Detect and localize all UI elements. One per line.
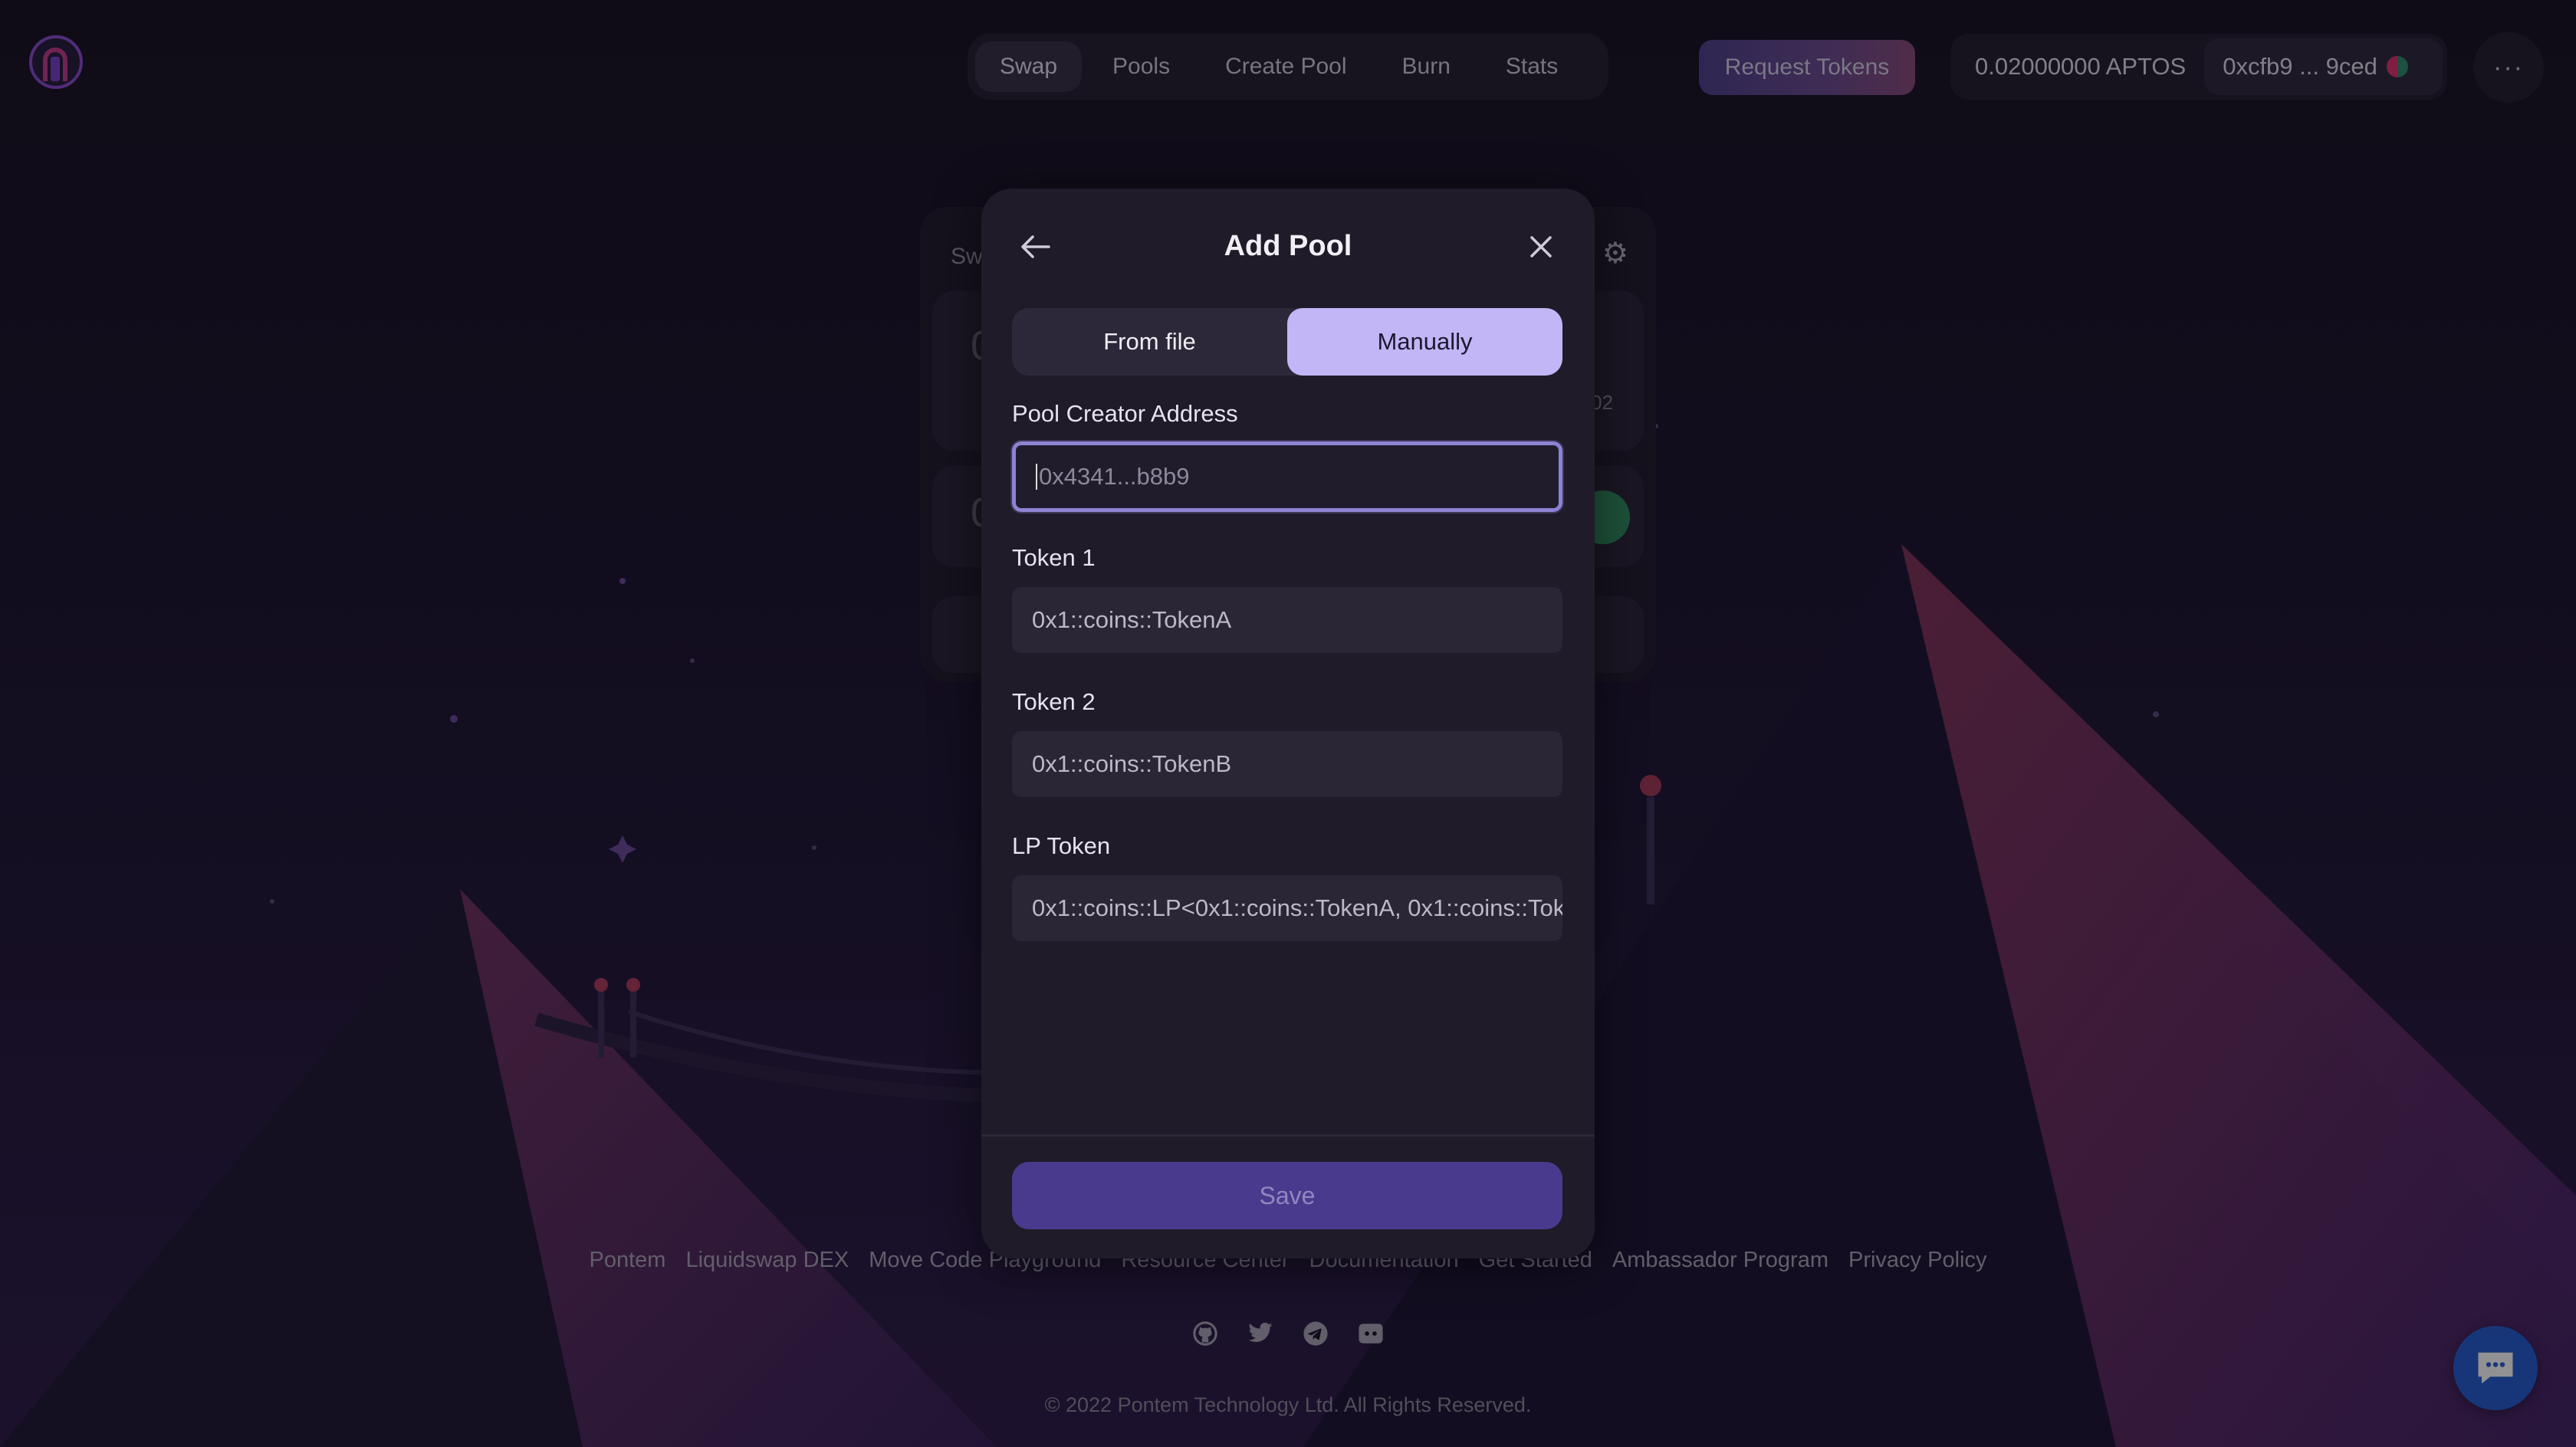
token2-placeholder: 0x1::coins::TokenB bbox=[1032, 750, 1232, 777]
lp-token-input[interactable]: 0x1::coins::LP<0x1::coins::TokenA, 0x1::… bbox=[1012, 875, 1562, 941]
token1-label: Token 1 bbox=[1012, 544, 1096, 571]
lp-token-placeholder: 0x1::coins::LP<0x1::coins::TokenA, 0x1::… bbox=[1032, 894, 1562, 921]
token1-input[interactable]: 0x1::coins::TokenA bbox=[1012, 587, 1562, 653]
pool-creator-placeholder: 0x4341...b8b9 bbox=[1039, 463, 1190, 490]
import-mode-toggle: From file Manually bbox=[1012, 308, 1562, 376]
save-button[interactable]: Save bbox=[1012, 1162, 1562, 1229]
token1-placeholder: 0x1::coins::TokenA bbox=[1032, 606, 1232, 633]
pool-creator-label: Pool Creator Address bbox=[1012, 400, 1238, 427]
text-caret bbox=[1036, 464, 1037, 490]
tab-from-file[interactable]: From file bbox=[1012, 308, 1287, 376]
token2-label: Token 2 bbox=[1012, 688, 1096, 715]
pool-creator-input[interactable]: 0x4341...b8b9 bbox=[1010, 440, 1564, 514]
add-pool-modal: Add Pool From file Manually Pool Creator… bbox=[981, 189, 1595, 1258]
modal-title: Add Pool bbox=[1224, 230, 1352, 262]
lp-token-label: LP Token bbox=[1012, 832, 1111, 859]
close-icon[interactable] bbox=[1520, 225, 1562, 268]
modal-divider bbox=[981, 1134, 1595, 1137]
token2-input[interactable]: 0x1::coins::TokenB bbox=[1012, 731, 1562, 797]
tab-manually[interactable]: Manually bbox=[1287, 308, 1562, 376]
